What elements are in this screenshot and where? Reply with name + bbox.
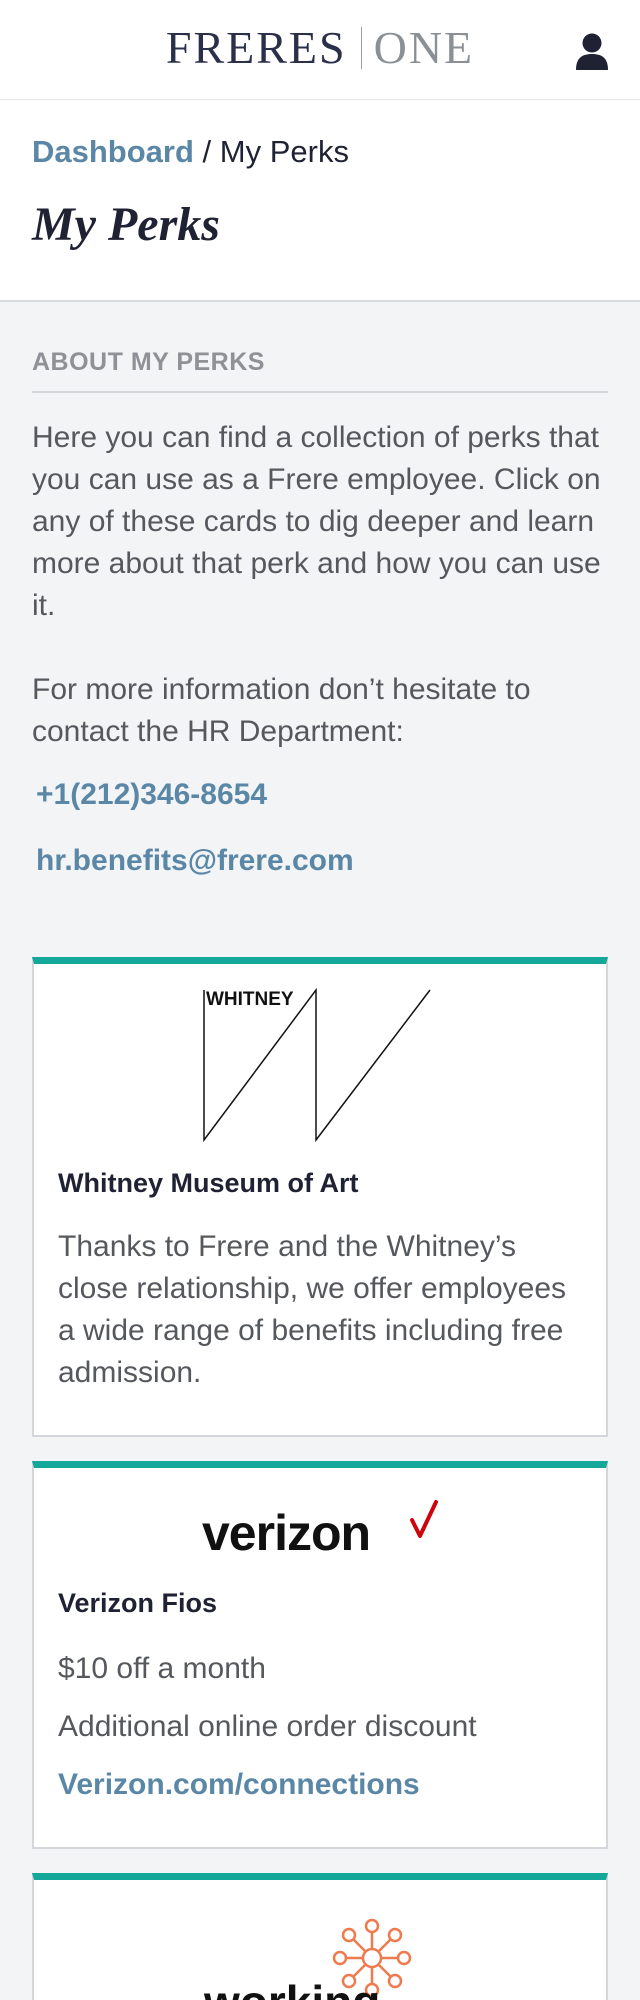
page-title-bar: Dashboard / My Perks My Perks <box>0 100 640 302</box>
verizon-logo-text: verizon <box>202 1505 370 1561</box>
perk-description: Thanks to Frere and the Whitney’s close … <box>58 1230 567 1389</box>
brand-primary: FRERES <box>165 22 347 73</box>
hr-email-link[interactable]: hr.benefits@frere.com <box>36 841 608 881</box>
freres-one-logo[interactable]: FRERES ONE <box>0 24 640 72</box>
working-logo: working <box>203 1918 412 2000</box>
perk-detail-line: $10 off a month <box>58 1652 266 1685</box>
breadcrumb-dashboard-link[interactable]: Dashboard <box>32 134 194 169</box>
verizon-connections-link[interactable]: Verizon.com/connections <box>58 1764 582 1806</box>
about-section: ABOUT MY PERKS Here you can find a colle… <box>0 302 640 881</box>
hr-phone-link[interactable]: +1(212)346-8654 <box>36 775 608 815</box>
breadcrumb: Dashboard / My Perks <box>32 100 608 172</box>
perk-detail-line: Additional online order discount <box>58 1710 477 1743</box>
perk-title: Verizon Fios <box>58 1588 218 1618</box>
verizon-check-icon <box>410 1500 438 1538</box>
page-title: My Perks <box>32 198 220 251</box>
about-heading: ABOUT MY PERKS <box>32 302 608 393</box>
breadcrumb-separator: / <box>193 134 220 169</box>
perk-card-working[interactable]: working <box>32 1873 608 2000</box>
brand-secondary: ONE <box>373 22 475 73</box>
app-header: FRERES ONE <box>0 0 640 100</box>
verizon-logo: verizon <box>202 1500 438 1561</box>
perk-title: Whitney Museum of Art <box>58 1168 359 1198</box>
whitney-logo: WHITNEY <box>203 988 431 1143</box>
about-paragraph: Here you can find a collection of perks … <box>32 421 601 622</box>
about-contact-paragraph: For more information don’t hesitate to c… <box>32 673 531 748</box>
perk-card-verizon[interactable]: verizon Verizon Fios $10 off a month Add… <box>32 1461 608 1849</box>
breadcrumb-current: My Perks <box>219 134 349 169</box>
whitney-logo-text: WHITNEY <box>206 989 294 1010</box>
logo-divider <box>360 27 362 69</box>
user-icon[interactable] <box>574 32 610 72</box>
working-logo-text: working <box>203 1976 380 2000</box>
perk-card-whitney[interactable]: WHITNEY Whitney Museum of Art Thanks to … <box>32 957 608 1437</box>
